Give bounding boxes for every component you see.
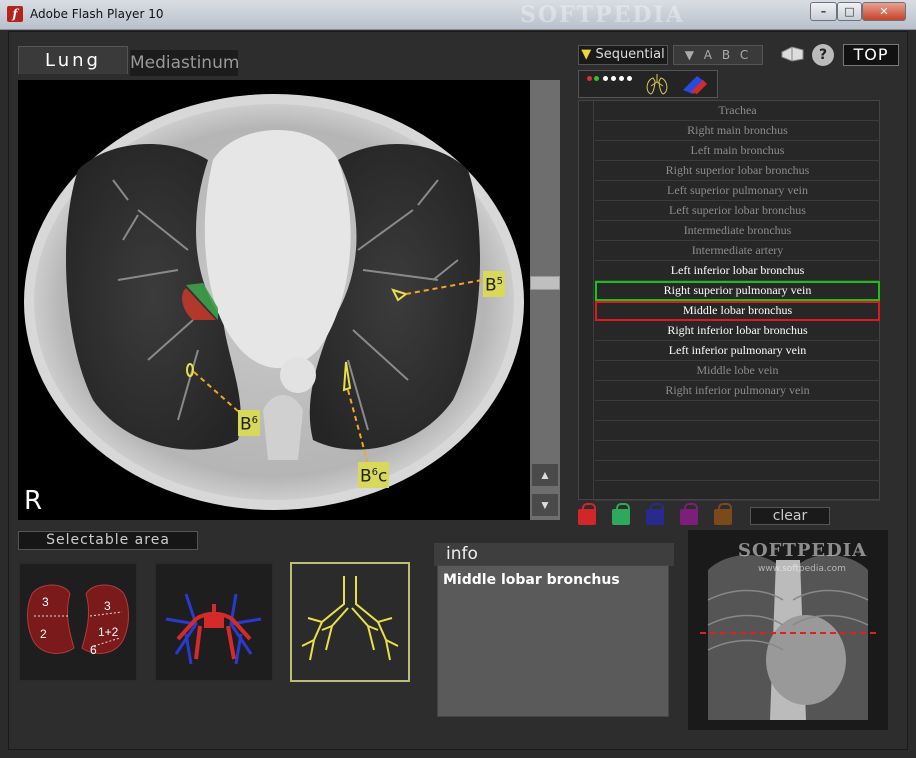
- lobe-number: 3: [104, 599, 111, 613]
- color-lock-icon[interactable]: [612, 503, 630, 525]
- bronchi-thumbnail[interactable]: [290, 562, 410, 682]
- structure-list-item[interactable]: Right main bronchus: [595, 121, 880, 141]
- view-mode-tabs[interactable]: [578, 70, 718, 98]
- side-marker-label: R: [24, 486, 43, 516]
- structure-list-item[interactable]: Intermediate bronchus: [595, 221, 880, 241]
- minimize-button[interactable]: –: [810, 2, 837, 21]
- color-lock-icon[interactable]: [578, 503, 596, 525]
- ct-image-viewer[interactable]: [18, 80, 530, 520]
- status-dot: [627, 76, 632, 81]
- info-panel-title: info: [434, 543, 674, 566]
- maximize-button[interactable]: □: [837, 2, 862, 21]
- print-icon[interactable]: [778, 44, 806, 64]
- lobe-number: 6: [90, 643, 97, 657]
- ct-scan-image: [24, 94, 524, 510]
- tab-lung[interactable]: Lung: [18, 46, 128, 74]
- structure-list-item[interactable]: Right superior pulmonary vein: [595, 281, 880, 301]
- xray-watermark-url: www.softpedia.com: [758, 564, 846, 574]
- slice-scrollbar[interactable]: ▲ ▼: [530, 80, 560, 520]
- structure-list-empty-row: [595, 481, 880, 501]
- structure-list-item[interactable]: Left superior lobar bronchus: [595, 201, 880, 221]
- vessels-diagram: [165, 593, 262, 665]
- structure-list-empty-row: [595, 461, 880, 481]
- label-b6c[interactable]: B6c: [358, 462, 390, 488]
- tab-mediastinum[interactable]: Mediastinum: [130, 50, 239, 76]
- structure-list-item[interactable]: Right superior lobar bronchus: [595, 161, 880, 181]
- lobe-segment-diagram: 3 3 2 1+2 6: [27, 584, 129, 657]
- dropdown-triangle-icon: ▼: [581, 47, 592, 62]
- structure-list-empty-row: [595, 421, 880, 441]
- info-panel-text: Middle lobar bronchus: [437, 565, 669, 717]
- titlebar-watermark: SOFTPEDIA: [520, 2, 685, 28]
- clear-button[interactable]: clear: [750, 507, 830, 525]
- structure-list-empty-row: [595, 401, 880, 421]
- chest-xray-overview[interactable]: SOFTPEDIA www.softpedia.com: [688, 530, 888, 730]
- sequential-button[interactable]: ▼ Sequential: [578, 45, 668, 65]
- abc-label: A B C: [703, 48, 752, 62]
- structure-list-item[interactable]: Middle lobar bronchus: [595, 301, 880, 321]
- structure-list-item[interactable]: Left inferior pulmonary vein: [595, 341, 880, 361]
- list-gutter: [593, 101, 594, 501]
- lobe-segment-thumbnail[interactable]: 3 3 2 1+2 6: [18, 562, 138, 682]
- label-b5-base: B: [485, 275, 497, 296]
- structure-list-empty-row: [595, 441, 880, 461]
- structure-list-item[interactable]: Right inferior lobar bronchus: [595, 321, 880, 341]
- structure-list-item[interactable]: Right inferior pulmonary vein: [595, 381, 880, 401]
- label-b5-sup: 5: [496, 276, 504, 287]
- close-button[interactable]: ✕: [862, 2, 906, 21]
- status-dot: [619, 76, 624, 81]
- label-b6-base: B: [240, 414, 252, 435]
- status-dot-red: [587, 76, 592, 81]
- xray-watermark: SOFTPEDIA: [738, 540, 868, 561]
- scroll-down-button[interactable]: ▼: [532, 494, 558, 516]
- window-title: Adobe Flash Player 10: [30, 7, 164, 21]
- help-icon[interactable]: ?: [812, 44, 834, 66]
- structure-list-item[interactable]: Middle lobe vein: [595, 361, 880, 381]
- color-lock-icon[interactable]: [714, 503, 732, 525]
- dropdown-triangle-icon: ▼: [684, 48, 697, 62]
- sequential-label: Sequential: [595, 47, 665, 62]
- vessels-thumbnail[interactable]: [154, 562, 274, 682]
- label-b6[interactable]: B6: [238, 410, 261, 436]
- structure-list-item[interactable]: Left main bronchus: [595, 141, 880, 161]
- window-titlebar: f Adobe Flash Player 10 SOFTPEDIA – □ ✕: [0, 0, 916, 30]
- flash-icon: f: [7, 6, 23, 22]
- scroll-up-button[interactable]: ▲: [532, 464, 558, 486]
- heart-vessels-icon[interactable]: [677, 72, 711, 96]
- status-dot-green: [594, 76, 599, 81]
- label-b6c-suffix: c: [378, 466, 388, 487]
- slice-scroll-thumb[interactable]: [530, 276, 560, 290]
- label-b5[interactable]: B5: [483, 271, 506, 297]
- bronchial-tree-icon: [301, 576, 399, 661]
- lobe-number: 3: [42, 595, 49, 609]
- structure-list-item[interactable]: Left superior pulmonary vein: [595, 181, 880, 201]
- lobe-number: 2: [40, 627, 47, 641]
- structure-list-item[interactable]: Trachea: [595, 101, 880, 121]
- structure-list-item[interactable]: Left inferior lobar bronchus: [595, 261, 880, 281]
- structure-list-item[interactable]: Intermediate artery: [595, 241, 880, 261]
- status-dot: [611, 76, 616, 81]
- lobe-number: 1+2: [98, 625, 119, 639]
- status-dot: [603, 76, 608, 81]
- selectable-area-header: Selectable area: [18, 531, 198, 550]
- structure-list: Trachea Right main bronchus Left main bron…: [578, 100, 880, 501]
- abc-sort-button[interactable]: ▼ A B C: [673, 45, 763, 65]
- lung-outline-icon[interactable]: [643, 72, 671, 96]
- color-lock-icon[interactable]: [680, 503, 698, 525]
- color-lock-icon[interactable]: [646, 503, 664, 525]
- label-b6c-base: B: [360, 466, 372, 487]
- top-button[interactable]: TOP: [843, 44, 899, 66]
- label-b6-sup: 6: [251, 415, 259, 426]
